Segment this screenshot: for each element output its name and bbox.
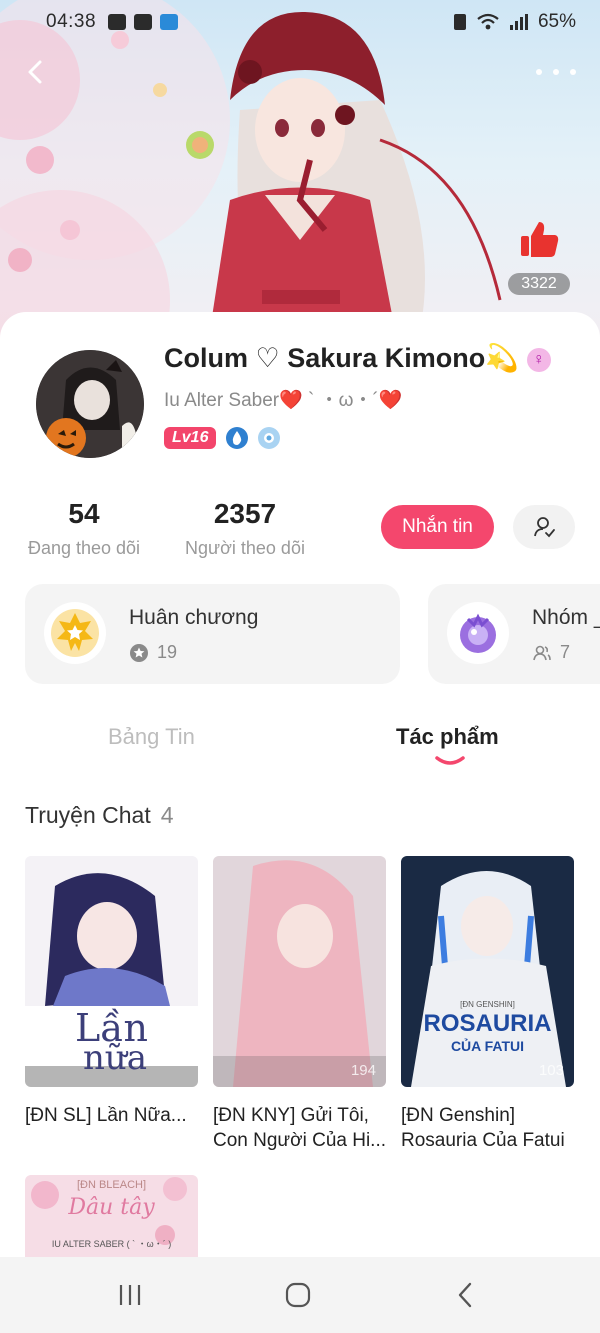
follow-user-button[interactable] (513, 505, 575, 549)
stats-row: 54 Đang theo dõi 2357 Người theo dõi (0, 498, 600, 568)
story-cover[interactable]: [ĐN BLEACH] Dâu tây IU ALTER SABER ( ` ・… (25, 1175, 198, 1257)
badge-row: Lv16 (164, 427, 281, 449)
groups-count: 7 (560, 642, 571, 662)
cover-stat: 103 (538, 1062, 564, 1079)
more-dot-icon (570, 69, 576, 75)
gallery-icon (108, 14, 127, 30)
story-cover[interactable]: 194 (213, 856, 386, 1087)
status-time: 04:38 (46, 11, 97, 32)
medals-count: 19 (157, 642, 178, 662)
status-right: 65% (453, 11, 576, 33)
medal-icon-wrap (44, 602, 106, 664)
signal-icon (509, 14, 528, 30)
home-button[interactable] (278, 1281, 318, 1309)
section-title-text: Truyện Chat (25, 802, 151, 828)
system-back-button[interactable] (446, 1281, 486, 1309)
tab-feed[interactable]: Bảng Tin (108, 724, 195, 750)
users-icon (533, 645, 551, 660)
battery-percent: 65% (537, 11, 576, 32)
cover-title-line1: ROSAURIA (423, 1010, 552, 1037)
active-tab-indicator (435, 756, 465, 765)
following-label: Đang theo dõi (27, 538, 141, 558)
tab-works[interactable]: Tác phẩm (396, 724, 499, 750)
cover-title-line2: nữa (83, 1038, 148, 1078)
profile-header-banner: 04:38 65% 3322 (0, 0, 600, 360)
water-drop-badge-icon[interactable] (226, 427, 249, 449)
back-button[interactable] (18, 54, 54, 90)
home-icon (285, 1282, 311, 1308)
groups-card[interactable]: Nhóm _ 7 (428, 584, 600, 684)
group-emblem-icon (460, 613, 496, 653)
star-circle-icon (130, 643, 148, 662)
banner-illustration (0, 0, 502, 360)
upload-icon (160, 14, 179, 30)
section-title: Truyện Chat 4 (25, 802, 174, 829)
battery-saver-icon (453, 14, 466, 30)
cover-illustration (213, 856, 386, 1087)
followers-count: 2357 (213, 498, 277, 529)
wifi-icon (477, 13, 499, 30)
cover-tag: [ĐN GENSHIN] (460, 1000, 515, 1009)
story-card[interactable]: 194 [ĐN KNY] Gửi Tôi, Con Người Của Hi..… (213, 856, 386, 1153)
medals-count-row: 19 (129, 642, 177, 663)
cover-title-line2: CỦA FATUI (450, 1038, 525, 1054)
story-card[interactable]: [ĐN BLEACH] Dâu tây IU ALTER SABER ( ` ・… (25, 1175, 198, 1257)
chevron-left-icon (28, 60, 42, 84)
gear-badge-icon[interactable] (258, 427, 281, 449)
medal-icon (51, 609, 99, 657)
cover-title-line2: IU ALTER SABER ( ` ・ω・´ ) (51, 1239, 172, 1249)
medals-title: Huân chương (129, 606, 259, 629)
recent-apps-icon (119, 1285, 141, 1305)
level-badge[interactable]: Lv16 (164, 427, 217, 449)
gender-badge-icon: ♀ (526, 347, 551, 372)
recent-apps-button[interactable] (110, 1281, 150, 1309)
section-count: 4 (160, 802, 174, 828)
cover-title-line1: Dâu tây (68, 1195, 155, 1220)
profile-tabs: Bảng Tin Tác phẩm (0, 712, 600, 772)
back-arrow-icon (458, 1282, 472, 1308)
profile-name-text: Colum ♡ Sakura Kimono💫 (164, 343, 519, 373)
story-card[interactable]: [ĐN GENSHIN] ROSAURIA CỦA FATUI 103 [ĐN … (401, 856, 574, 1153)
youtube-icon (134, 14, 153, 30)
profile-bio: Iu Alter Saber❤️ ` ・ω・´❤️ (164, 390, 403, 411)
system-navigation-bar (0, 1257, 600, 1333)
like-count: 3322 (508, 273, 570, 295)
more-dot-icon (536, 69, 542, 75)
group-icon-wrap (447, 602, 509, 664)
story-title[interactable]: [ĐN Genshin] Rosauria Của Fatui (401, 1103, 574, 1153)
more-options-button[interactable] (536, 58, 576, 86)
notification-icons (108, 14, 179, 30)
story-title[interactable]: [ĐN SL] Lần Nữa... (25, 1103, 198, 1153)
more-dot-icon (553, 69, 559, 75)
followers-stat[interactable]: 2357 Người theo dõi (180, 498, 310, 559)
user-check-icon (534, 517, 555, 538)
medals-card[interactable]: Huân chương 19 (25, 584, 400, 684)
groups-count-row: 7 (532, 642, 570, 663)
message-button[interactable]: Nhắn tin (381, 505, 494, 549)
following-stat[interactable]: 54 Đang theo dõi (24, 498, 144, 559)
avatar[interactable] (36, 350, 144, 458)
groups-title: Nhóm _ (532, 606, 600, 629)
following-count: 54 (68, 498, 100, 529)
profile-card: Colum ♡ Sakura Kimono💫 ♀ Iu Alter Saber❤️… (0, 312, 600, 1333)
story-cover[interactable]: Lần nữa (25, 856, 198, 1087)
story-card[interactable]: Lần nữa [ĐN SL] Lần Nữa... (25, 856, 198, 1153)
status-bar: 04:38 65% (0, 0, 600, 44)
cover-tag: [ĐN BLEACH] (76, 1179, 147, 1191)
profile-name: Colum ♡ Sakura Kimono💫 ♀ (164, 342, 551, 374)
cover-stat: 194 (350, 1062, 376, 1079)
story-title[interactable]: [ĐN KNY] Gửi Tôi, Con Người Của Hi... (213, 1103, 386, 1153)
avatar-illustration (36, 350, 144, 458)
followers-label: Người theo dõi (185, 538, 305, 558)
thumbs-up-icon (521, 222, 559, 257)
like-button[interactable]: 3322 (508, 218, 570, 295)
story-cover[interactable]: [ĐN GENSHIN] ROSAURIA CỦA FATUI 103 (401, 856, 574, 1087)
